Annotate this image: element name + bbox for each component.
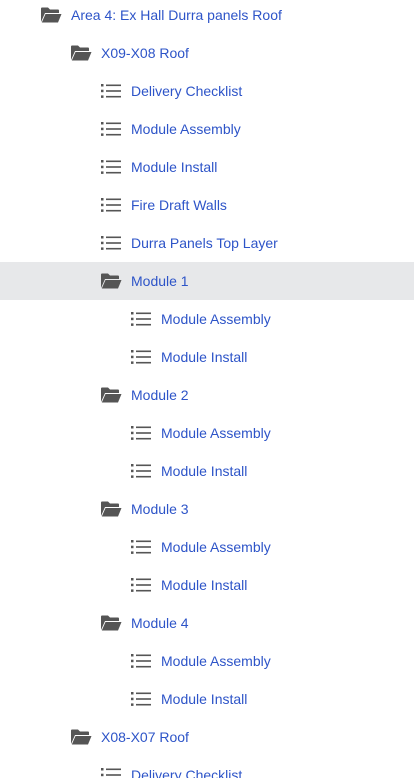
tree-node-list[interactable]: Durra Panels Top Layer	[0, 224, 414, 262]
list-icon	[100, 234, 122, 252]
tree-node-list[interactable]: Delivery Checklist	[0, 72, 414, 110]
folder-open-icon	[70, 728, 92, 746]
tree-node-label: Module Assembly	[131, 121, 241, 137]
tree-node-folder-selected[interactable]: Module 1	[0, 262, 414, 300]
tree-node-list[interactable]: Module Assembly	[0, 300, 414, 338]
tree-node-label: Delivery Checklist	[131, 767, 243, 778]
tree-node-folder[interactable]: X08-X07 Roof	[0, 718, 414, 756]
tree-node-list[interactable]: Module Install	[0, 566, 414, 604]
tree-node-label: X09-X08 Roof	[101, 45, 189, 61]
tree-node-label: Delivery Checklist	[131, 83, 243, 99]
list-icon	[130, 690, 152, 708]
tree-node-label: Module Assembly	[161, 311, 271, 327]
tree-node-label: Module Install	[161, 577, 248, 593]
tree-node-list[interactable]: Module Assembly	[0, 528, 414, 566]
tree-node-label: Module 3	[131, 501, 189, 517]
tree-node-label: Module Install	[131, 159, 218, 175]
tree-node-label: Fire Draft Walls	[131, 197, 227, 213]
tree-view: Area 4: Ex Hall Durra panels Roof X09-X0…	[0, 0, 414, 778]
folder-open-icon	[100, 614, 122, 632]
tree-node-list[interactable]: Module Assembly	[0, 414, 414, 452]
tree-node-list[interactable]: Module Install	[0, 338, 414, 376]
folder-open-icon	[100, 500, 122, 518]
list-icon	[100, 766, 122, 778]
tree-node-label: Module 2	[131, 387, 189, 403]
tree-node-label: Area 4: Ex Hall Durra panels Roof	[71, 7, 282, 23]
tree-node-folder[interactable]: Module 3	[0, 490, 414, 528]
list-icon	[130, 652, 152, 670]
list-icon	[100, 158, 122, 176]
list-icon	[100, 196, 122, 214]
tree-node-label: Module Assembly	[161, 653, 271, 669]
folder-open-icon	[100, 386, 122, 404]
tree-node-label: Module Install	[161, 463, 248, 479]
folder-open-icon	[100, 272, 122, 290]
folder-open-icon	[70, 44, 92, 62]
tree-node-list[interactable]: Module Assembly	[0, 642, 414, 680]
tree-node-label: Module Assembly	[161, 425, 271, 441]
tree-node-label: X08-X07 Roof	[101, 729, 189, 745]
tree-node-label: Module Assembly	[161, 539, 271, 555]
list-icon	[130, 538, 152, 556]
tree-node-label: Module 4	[131, 615, 189, 631]
tree-node-list[interactable]: Delivery Checklist	[0, 756, 414, 778]
tree-node-folder[interactable]: X09-X08 Roof	[0, 34, 414, 72]
tree-node-label: Module Install	[161, 691, 248, 707]
tree-node-label: Durra Panels Top Layer	[131, 235, 278, 251]
tree-node-label: Module 1	[131, 273, 189, 289]
tree-node-folder[interactable]: Module 2	[0, 376, 414, 414]
tree-node-list[interactable]: Fire Draft Walls	[0, 186, 414, 224]
tree-node-list[interactable]: Module Assembly	[0, 110, 414, 148]
list-icon	[130, 576, 152, 594]
tree-node-folder[interactable]: Module 4	[0, 604, 414, 642]
tree-node-list[interactable]: Module Install	[0, 148, 414, 186]
list-icon	[130, 424, 152, 442]
list-icon	[130, 310, 152, 328]
tree-node-list[interactable]: Module Install	[0, 680, 414, 718]
folder-open-icon	[40, 6, 62, 24]
list-icon	[100, 82, 122, 100]
list-icon	[100, 120, 122, 138]
tree-node-folder[interactable]: Area 4: Ex Hall Durra panels Roof	[0, 0, 414, 34]
tree-node-list[interactable]: Module Install	[0, 452, 414, 490]
list-icon	[130, 462, 152, 480]
tree-node-label: Module Install	[161, 349, 248, 365]
list-icon	[130, 348, 152, 366]
